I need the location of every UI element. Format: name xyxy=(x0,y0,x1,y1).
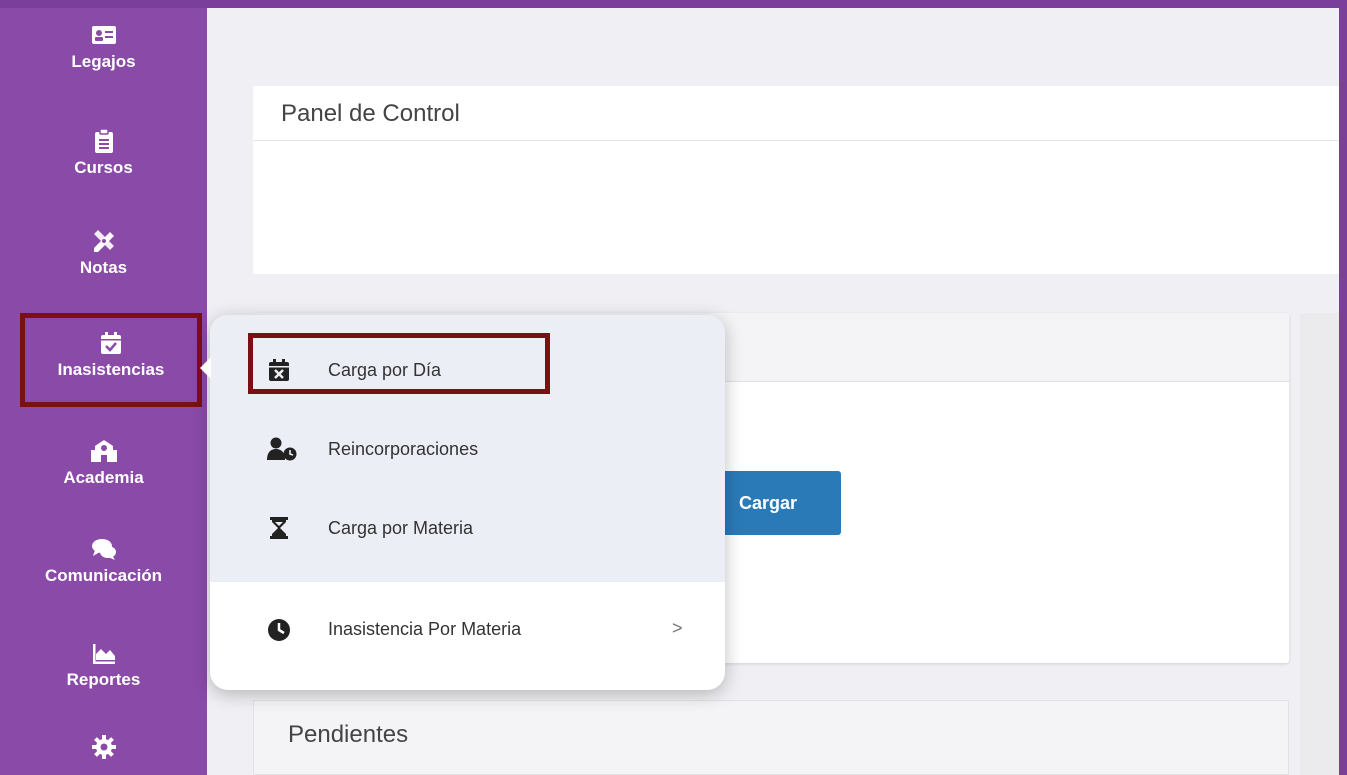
menu-item-label: Inasistencia Por Materia xyxy=(328,619,522,639)
sidebar-item-label: Cursos xyxy=(74,158,133,177)
pendientes-title: Pendientes xyxy=(288,721,409,748)
menu-item-label: Carga por Materia xyxy=(328,518,474,538)
clipboard-icon xyxy=(94,128,113,153)
highlight-carga-por-dia xyxy=(248,333,550,394)
menu-item-carga-por-materia[interactable]: Carga por Materia xyxy=(210,509,725,549)
menu-item-label: Reincorporaciones xyxy=(328,439,479,459)
sidebar-item-label: Academia xyxy=(63,468,144,487)
user-clock-icon xyxy=(267,437,297,461)
sidebar-item-label: Inasistencias xyxy=(57,360,165,379)
sidebar-item-label: Notas xyxy=(79,258,128,277)
gear-icon xyxy=(91,735,116,759)
calendar-check-icon xyxy=(101,332,121,354)
panel-de-control: Panel de Control xyxy=(253,86,1339,274)
area-chart-icon xyxy=(92,644,115,664)
sidebar-item-label: Comunicación xyxy=(44,566,163,585)
school-icon xyxy=(90,440,117,462)
sidebar-item-notas[interactable]: Notas xyxy=(0,228,207,278)
sidebar-item-legajos[interactable]: Legajos xyxy=(0,22,207,72)
right-gutter xyxy=(1300,313,1339,775)
sidebar-item-label: Legajos xyxy=(71,52,136,71)
clock-icon xyxy=(268,619,290,641)
sidebar-item-inasistencias[interactable]: Inasistencias xyxy=(20,313,202,407)
hourglass-icon xyxy=(270,517,288,539)
submenu-inasistencia-por-materia[interactable]: Inasistencia Por Materia > xyxy=(210,610,725,650)
page-title: Panel de Control xyxy=(281,100,460,127)
chevron-right-icon: > xyxy=(672,618,683,638)
divider xyxy=(253,140,1339,141)
id-card-icon xyxy=(91,26,116,44)
ruler-pencil-icon xyxy=(93,230,114,252)
sidebar-item-reportes[interactable]: Reportes xyxy=(0,640,207,690)
sidebar-item-cursos[interactable]: Cursos xyxy=(0,128,207,178)
sidebar-item-label: Reportes xyxy=(66,670,141,689)
sidebar-item-academia[interactable]: Academia xyxy=(0,438,207,488)
chat-bubbles-icon xyxy=(91,539,116,560)
sidebar-item-comunicacion[interactable]: Comunicación xyxy=(0,536,207,586)
sidebar-item-config[interactable] xyxy=(0,734,207,764)
menu-item-reincorporaciones[interactable]: Reincorporaciones xyxy=(210,430,725,470)
pendientes-card: Pendientes xyxy=(253,700,1289,775)
sidebar: Legajos Cursos Notas Inasistencias Acade… xyxy=(0,0,207,775)
dropdown-caret xyxy=(200,357,211,379)
